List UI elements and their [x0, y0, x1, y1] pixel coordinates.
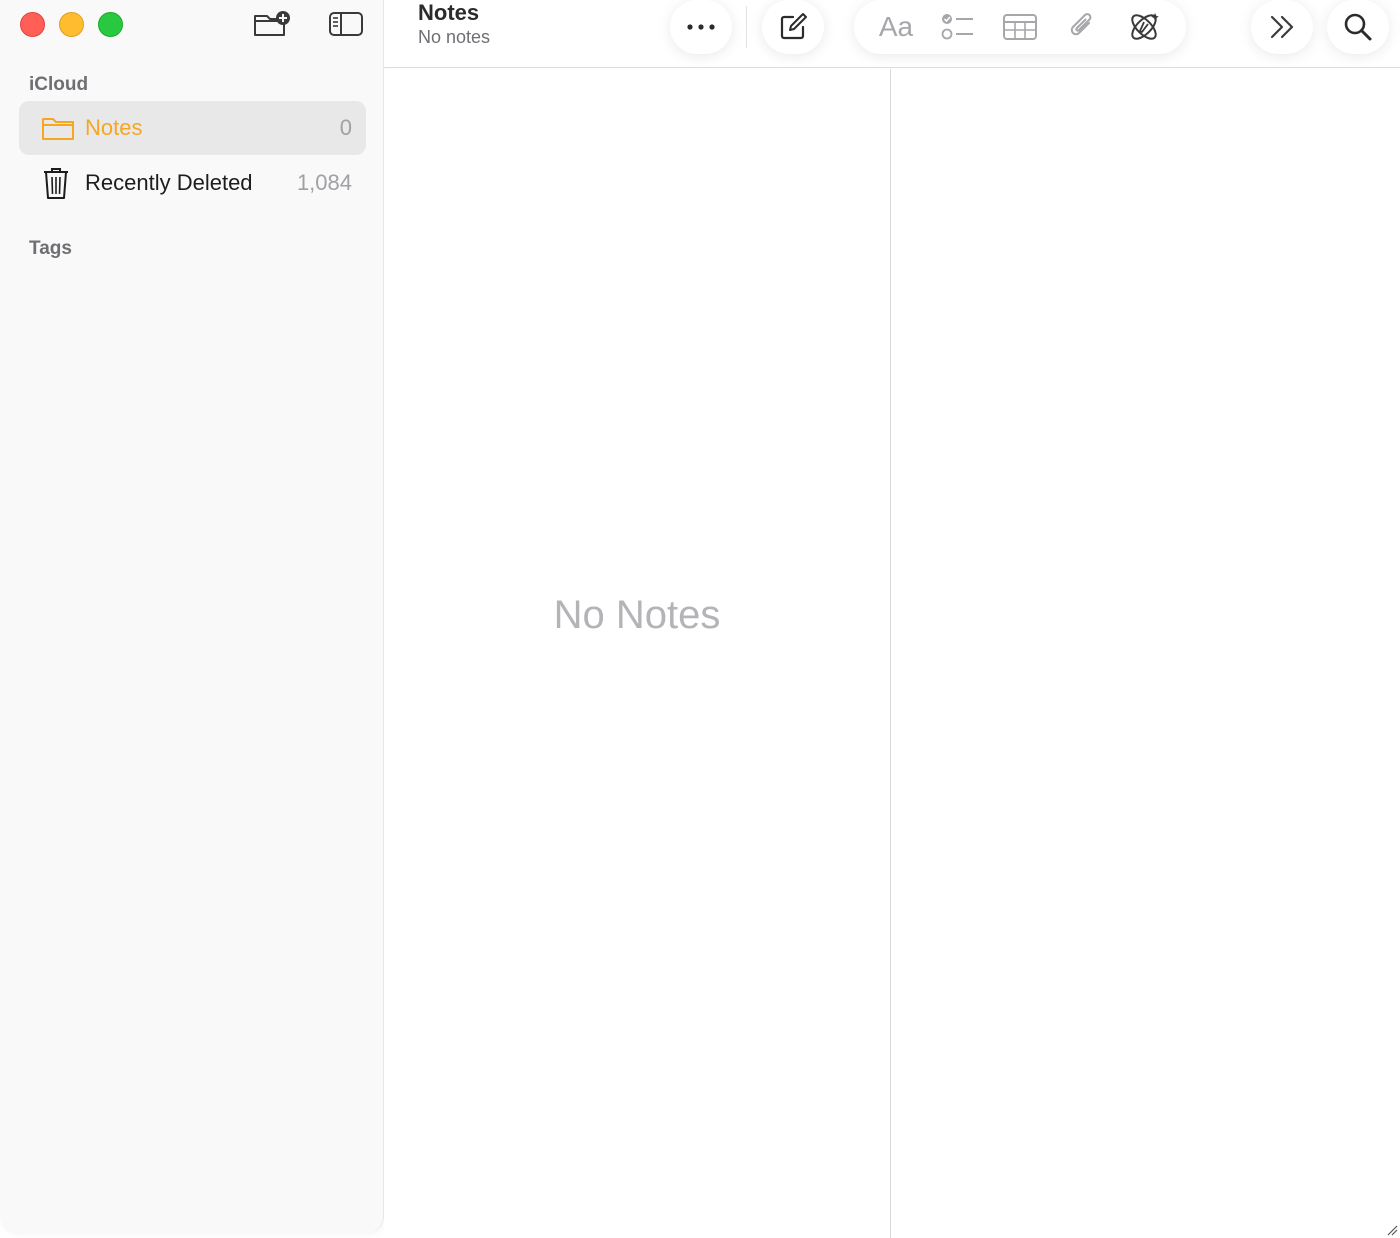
toolbar: Notes No notes Aa — [384, 0, 1400, 68]
toolbar-overflow-button[interactable] — [1251, 0, 1313, 54]
trash-icon — [41, 163, 85, 203]
window-minimize-button[interactable] — [59, 12, 84, 37]
text-format-icon: Aa — [878, 11, 914, 42]
new-folder-icon — [254, 11, 290, 36]
formatting-toolbar-group: Aa — [854, 0, 1186, 54]
forward-chevrons-icon — [1270, 15, 1294, 39]
table-icon — [1003, 14, 1037, 40]
section-title-icloud[interactable]: iCloud — [29, 74, 88, 96]
sidebar-item-recently-deleted[interactable]: Recently Deleted 1,084 — [19, 156, 366, 210]
attachment-button[interactable] — [1056, 7, 1108, 47]
more-button[interactable] — [670, 0, 732, 54]
writing-tools-icon — [1131, 13, 1159, 40]
search-icon — [1344, 13, 1372, 41]
new-note-button[interactable] — [762, 0, 824, 54]
note-editor[interactable] — [891, 69, 1400, 1238]
attachment-icon — [1070, 13, 1092, 36]
window-zoom-button[interactable] — [98, 12, 123, 37]
sidebar-item-notes[interactable]: Notes 0 — [19, 101, 366, 155]
compose-icon — [780, 13, 807, 40]
text-format-button[interactable]: Aa — [870, 7, 922, 47]
note-list: No Notes — [384, 69, 890, 1238]
sidebar-toggle-button[interactable] — [326, 8, 366, 40]
sidebar-item-count: 1,084 — [296, 170, 352, 195]
search-button[interactable] — [1327, 0, 1389, 54]
checklist-button[interactable] — [932, 7, 984, 47]
window-close-button[interactable] — [20, 12, 45, 37]
section-title-tags[interactable]: Tags — [29, 238, 72, 260]
checklist-icon — [941, 14, 973, 40]
page-title: Notes — [418, 0, 480, 25]
table-button[interactable] — [994, 7, 1046, 47]
sidebar-toggle-icon — [329, 12, 363, 36]
note-count-subtitle: No notes — [418, 27, 491, 47]
folder-icon — [41, 108, 85, 148]
sidebar-item-label: Recently Deleted — [85, 170, 253, 195]
empty-state-message: No Notes — [553, 593, 721, 637]
sidebar-item-label: Notes — [85, 115, 143, 140]
more-icon — [687, 24, 715, 30]
sidebar: iCloud Notes 0 Recently Deleted 1,084 Ta… — [0, 0, 384, 1234]
toolbar-divider — [746, 6, 747, 48]
sidebar-item-count: 0 — [339, 115, 352, 140]
window-resize-grip-icon[interactable] — [1384, 1222, 1398, 1236]
writing-tools-button[interactable] — [1118, 7, 1170, 47]
new-folder-button[interactable] — [252, 8, 292, 40]
